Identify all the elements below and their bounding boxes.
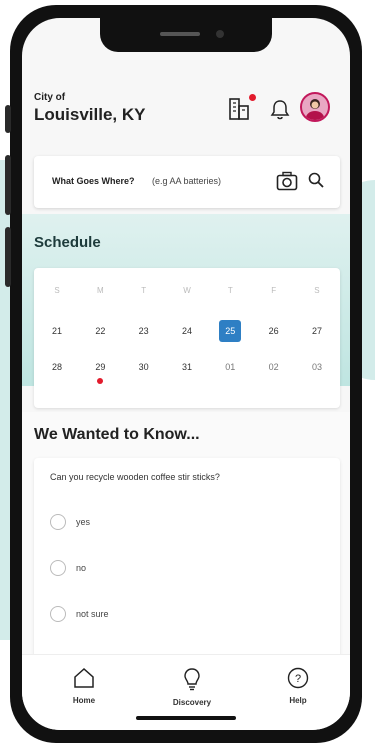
speaker xyxy=(160,32,200,36)
app-screen: City of Louisville, KY What Goes Where? … xyxy=(22,18,350,730)
volume-down-button xyxy=(5,227,11,287)
day-number: 03 xyxy=(311,362,322,372)
weekday-label: S xyxy=(314,286,320,295)
nav-discovery[interactable]: Discovery xyxy=(162,667,222,707)
calendar-day[interactable]: 21 xyxy=(42,320,72,342)
day-number: 02 xyxy=(268,362,279,372)
svg-text:?: ? xyxy=(295,673,301,685)
search-input[interactable]: (e.g AA batteries) xyxy=(152,176,221,186)
help-icon: ? xyxy=(287,667,309,689)
day-number: 24 xyxy=(181,326,192,336)
radio-button[interactable] xyxy=(50,606,66,622)
search-icon[interactable] xyxy=(308,172,324,188)
calendar-day[interactable]: 02 xyxy=(259,356,289,378)
calendar-day[interactable]: 24 xyxy=(172,320,202,342)
calendar-day-selected[interactable]: 25 xyxy=(215,320,245,342)
home-icon xyxy=(74,667,94,688)
calendar-day[interactable]: 28 xyxy=(42,356,72,378)
side-button xyxy=(5,105,11,133)
calendar-day-event[interactable]: 29 xyxy=(85,356,115,384)
weekday-label: T xyxy=(227,286,233,295)
calendar-day[interactable]: 01 xyxy=(215,356,245,378)
poll-question: Can you recycle wooden coffee stir stick… xyxy=(50,472,220,482)
lightbulb-icon xyxy=(184,668,200,691)
day-number: 30 xyxy=(138,362,149,372)
home-indicator xyxy=(136,716,236,720)
day-number: 31 xyxy=(181,362,192,372)
nav-help-label: Help xyxy=(289,696,307,705)
calendar: S M T W T F S 21 22 23 24 25 26 27 28 29… xyxy=(34,268,340,408)
front-camera xyxy=(216,30,224,38)
option-label: not sure xyxy=(76,609,109,619)
search-label: What Goes Where? xyxy=(52,176,135,186)
weekday-label: T xyxy=(141,286,147,295)
poll-card: Can you recycle wooden coffee stir stick… xyxy=(34,458,340,668)
day-number: 28 xyxy=(51,362,62,372)
bell-icon[interactable] xyxy=(270,98,290,120)
radio-button[interactable] xyxy=(50,560,66,576)
week-row: 28 29 30 31 01 02 03 xyxy=(42,356,332,384)
week-row: 21 22 23 24 25 26 27 xyxy=(42,320,332,342)
weekday-label: M xyxy=(96,286,104,295)
weekday-label: S xyxy=(54,286,60,295)
nav-help[interactable]: ? Help xyxy=(268,667,328,705)
nav-home[interactable]: Home xyxy=(54,667,114,705)
day-number-selected: 25 xyxy=(219,320,242,342)
poll-section: We Wanted to Know... Can you recycle woo… xyxy=(22,412,350,668)
building-icon[interactable] xyxy=(228,94,256,120)
city-prefix: City of xyxy=(34,92,66,103)
nav-discovery-label: Discovery xyxy=(172,698,212,707)
calendar-day[interactable]: 03 xyxy=(302,356,332,378)
city-name[interactable]: Louisville, KY xyxy=(34,105,145,125)
calendar-day[interactable]: 22 xyxy=(85,320,115,342)
weekday-label: F xyxy=(271,286,277,295)
poll-option-no[interactable]: no xyxy=(50,560,86,576)
notification-dot xyxy=(249,94,256,101)
day-number: 23 xyxy=(138,326,149,336)
poll-title: We Wanted to Know... xyxy=(34,426,200,443)
option-label: no xyxy=(76,563,87,573)
calendar-day[interactable]: 30 xyxy=(129,356,159,378)
day-number: 21 xyxy=(51,326,62,336)
notch xyxy=(100,18,272,52)
calendar-day[interactable]: 27 xyxy=(302,320,332,342)
calendar-day[interactable]: 23 xyxy=(129,320,159,342)
poll-option-yes[interactable]: yes xyxy=(50,514,90,530)
volume-up-button xyxy=(5,155,11,215)
schedule-title: Schedule xyxy=(34,234,101,251)
weekday-row: S M T W T F S xyxy=(42,286,332,295)
avatar[interactable] xyxy=(300,92,330,122)
header: City of Louisville, KY xyxy=(22,78,350,158)
day-number: 22 xyxy=(95,326,106,336)
calendar-day[interactable]: 26 xyxy=(259,320,289,342)
weekday-label: W xyxy=(183,286,191,295)
calendar-day[interactable]: 31 xyxy=(172,356,202,378)
poll-option-not-sure[interactable]: not sure xyxy=(50,606,109,622)
day-number: 01 xyxy=(225,362,236,372)
option-label: yes xyxy=(76,517,91,527)
day-number: 26 xyxy=(268,326,279,336)
nav-home-label: Home xyxy=(72,696,96,705)
radio-button[interactable] xyxy=(50,514,66,530)
event-dot xyxy=(97,378,104,384)
search-card[interactable]: What Goes Where? (e.g AA batteries) xyxy=(34,156,340,208)
day-number: 27 xyxy=(311,326,322,336)
day-number: 29 xyxy=(95,362,106,372)
camera-icon[interactable] xyxy=(276,171,298,191)
